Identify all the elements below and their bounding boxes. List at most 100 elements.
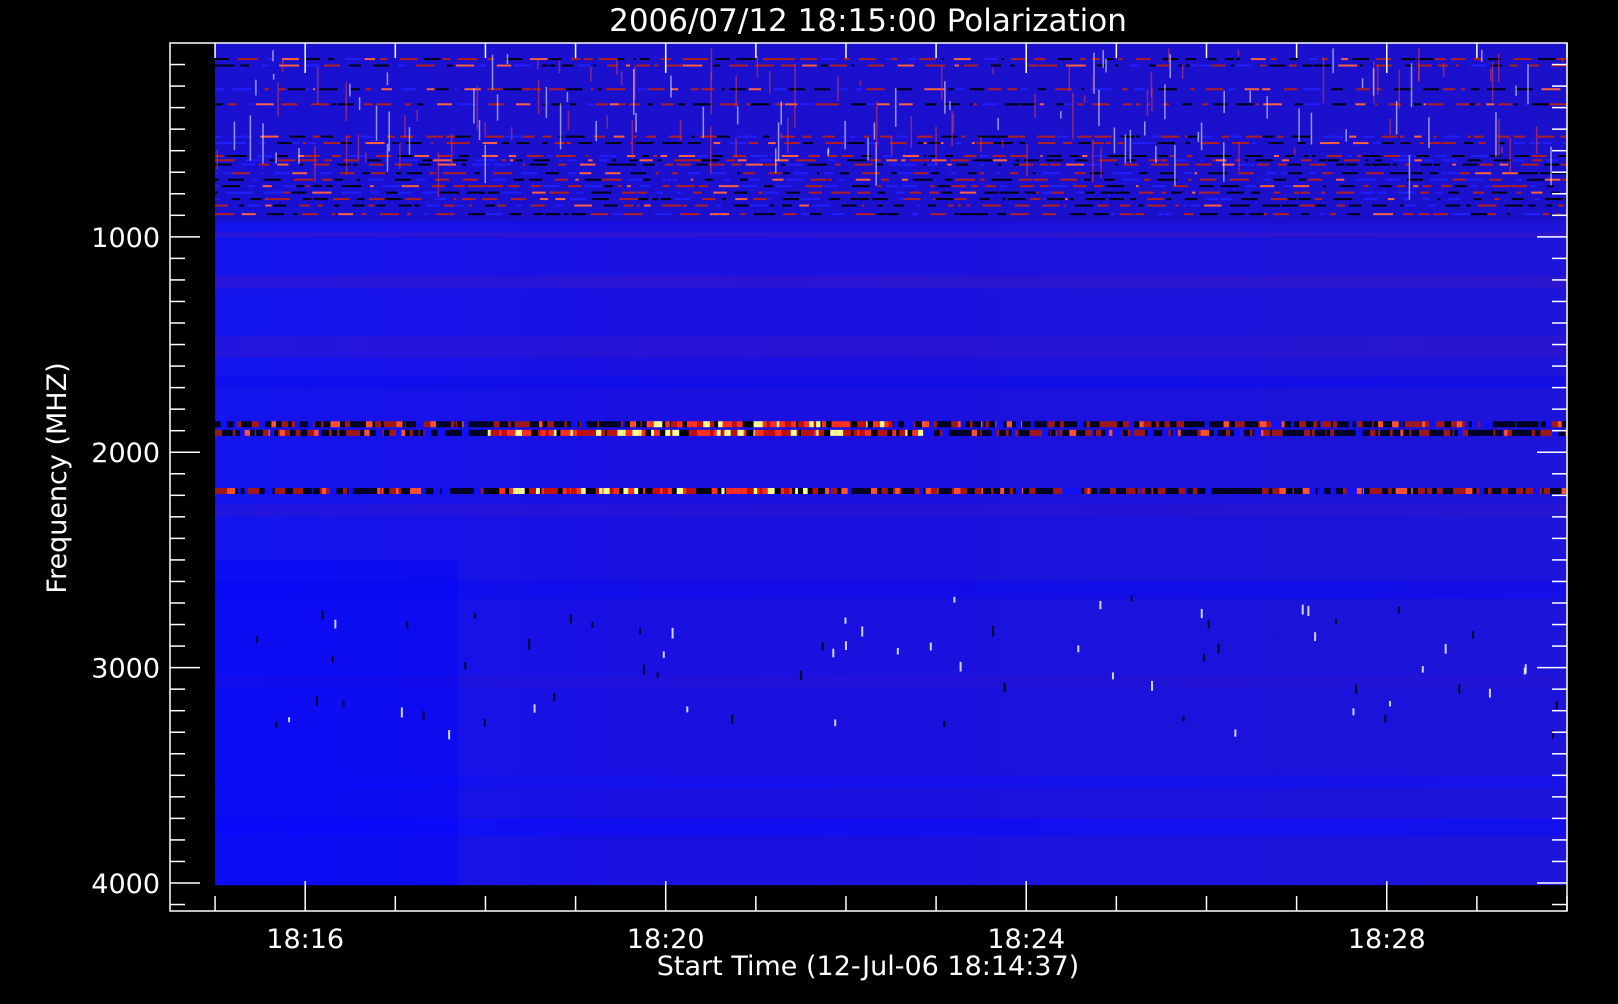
rfi-line-segment <box>1002 198 1005 200</box>
bright-band-segment <box>1084 488 1087 494</box>
bright-band-segment <box>717 430 721 436</box>
bright-band-segment <box>596 488 599 494</box>
rfi-line-segment <box>1066 164 1084 166</box>
rfi-line-segment <box>568 172 577 174</box>
rfi-line-segment <box>1456 103 1469 105</box>
bright-band-segment <box>1487 430 1489 436</box>
bright-band-segment <box>739 430 744 436</box>
bright-band-segment <box>1562 421 1567 427</box>
rfi-line-segment <box>924 164 927 166</box>
bright-band-segment <box>278 430 280 436</box>
rfi-line-segment <box>1515 155 1530 157</box>
bright-band-segment <box>1093 421 1100 427</box>
bright-band-segment <box>370 430 376 436</box>
rfi-line-segment <box>1008 198 1026 200</box>
bright-band-segment <box>967 488 969 494</box>
bright-band-segment <box>899 430 905 436</box>
bright-band-segment <box>384 430 389 436</box>
bright-band-segment <box>1254 430 1261 436</box>
bright-band-segment <box>922 421 927 427</box>
bright-band-segment <box>1378 488 1379 494</box>
rfi-line-segment <box>675 198 689 200</box>
rfi-line-segment <box>545 213 560 215</box>
rfi-line-segment <box>1515 88 1532 90</box>
rfi-line-segment <box>1274 155 1279 157</box>
bright-band-segment <box>513 488 518 494</box>
bright-band-segment <box>330 488 336 494</box>
bright-band-segment <box>1241 430 1242 436</box>
bright-band-segment <box>389 421 393 427</box>
rfi-line-segment <box>1043 198 1046 200</box>
bright-band-segment <box>1370 430 1375 436</box>
rfi-line-segment <box>889 164 901 166</box>
bright-band-segment <box>1427 488 1432 494</box>
bright-band-segment <box>244 421 247 427</box>
left-bright-region <box>215 560 458 885</box>
bright-band-segment <box>1364 488 1369 494</box>
rfi-line-segment <box>1561 164 1567 166</box>
rfi-line-segment <box>417 179 425 181</box>
rfi-line-segment <box>695 205 708 207</box>
bright-band-segment <box>712 488 718 494</box>
bright-band-segment <box>1027 488 1029 494</box>
rfi-line-segment <box>637 205 640 207</box>
bright-band-segment <box>758 421 763 427</box>
bright-band-segment <box>1362 488 1363 494</box>
bright-band-segment <box>1022 421 1025 427</box>
bright-band-segment <box>1055 421 1060 427</box>
rfi-line-segment <box>533 213 543 215</box>
rfi-line-segment <box>983 103 998 105</box>
bright-band-segment <box>755 430 760 436</box>
rfi-line-segment <box>293 213 298 215</box>
bright-band-segment <box>643 488 645 494</box>
bright-band-segment <box>1291 421 1294 427</box>
rfi-line-segment <box>464 88 480 90</box>
bright-band-segment <box>1333 421 1337 427</box>
rfi-line-segment <box>783 198 799 200</box>
rfi-line-segment <box>1470 103 1474 105</box>
rfi-line-segment <box>1336 164 1344 166</box>
rfi-speckle <box>1168 48 1170 62</box>
rfi-line-segment <box>1462 164 1477 166</box>
bright-band-segment <box>1508 430 1512 436</box>
rfi-line-segment <box>1157 179 1176 181</box>
rfi-line-segment <box>914 172 929 174</box>
rfi-line-segment <box>954 213 957 215</box>
rfi-line-segment <box>605 142 621 144</box>
bright-band-segment <box>313 421 315 427</box>
speckle-dot <box>943 721 945 727</box>
rfi-line-segment <box>878 192 884 194</box>
bright-band-segment <box>1109 430 1112 436</box>
rfi-line-segment <box>542 185 559 187</box>
rfi-line-segment <box>1382 142 1394 144</box>
bright-band-segment <box>812 430 814 436</box>
bright-band-segment <box>918 430 923 436</box>
bright-band-segment <box>1183 488 1186 494</box>
rfi-line-segment <box>396 172 401 174</box>
rfi-line-segment <box>1341 58 1348 60</box>
bright-band-segment <box>813 488 818 494</box>
rfi-speckle <box>1510 138 1512 174</box>
rfi-line-segment <box>1157 65 1170 67</box>
rfi-line-segment <box>938 185 950 187</box>
rfi-line-segment <box>531 185 541 187</box>
rfi-line-segment <box>527 155 544 157</box>
rfi-line-segment <box>1400 205 1404 207</box>
rfi-line-segment <box>652 198 658 200</box>
bright-band-segment <box>734 488 736 494</box>
rfi-line-segment <box>1417 155 1429 157</box>
bright-band-segment <box>902 488 908 494</box>
rfi-line-segment <box>313 164 329 166</box>
bright-band-segment <box>714 430 715 436</box>
bright-band-segment <box>732 421 736 427</box>
rfi-line-segment <box>997 213 1006 215</box>
bright-band-segment <box>1047 421 1048 427</box>
bright-band-segment <box>984 421 986 427</box>
bright-band-segment <box>988 430 989 436</box>
rfi-line-segment <box>784 142 800 144</box>
bright-band-segment <box>366 421 373 427</box>
rfi-line-segment <box>909 58 917 60</box>
x-axis-label: Start Time (12-Jul-06 18:14:37) <box>657 951 1079 982</box>
bright-band-segment <box>457 430 462 436</box>
bright-band-segment <box>763 430 768 436</box>
